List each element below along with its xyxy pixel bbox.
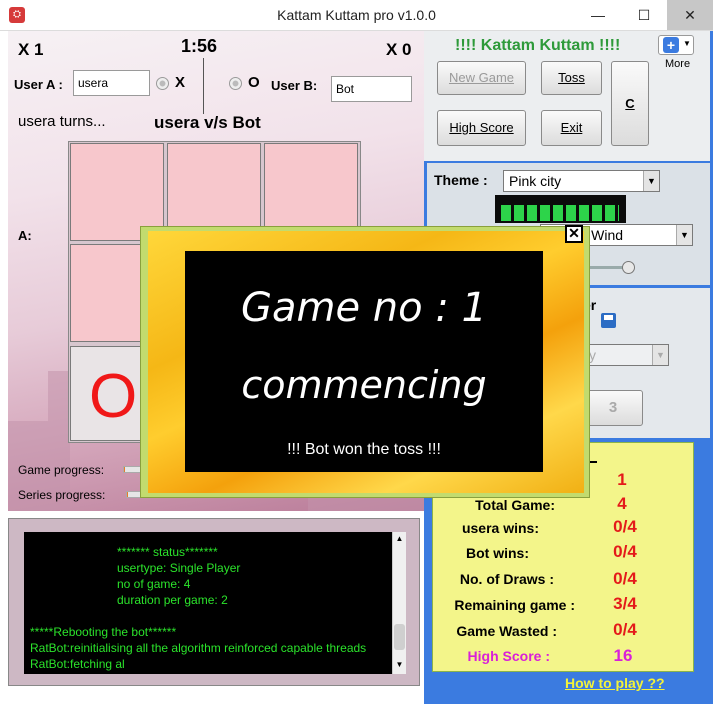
console-line: no of game: 4	[117, 577, 191, 591]
stat-value: 1	[617, 470, 627, 489]
console-line: *****Rebooting the bot******	[30, 625, 177, 639]
user-b-label: User B:	[271, 78, 318, 93]
close-icon[interactable]: ✕	[565, 225, 583, 243]
console-line: RatBot:reinitialising all the algorithm …	[30, 641, 367, 655]
save-icon[interactable]	[601, 313, 616, 328]
dialog-message-box: Game no : 1 commencing !!! Bot won the t…	[185, 251, 543, 472]
status-console: ******* status******* usertype: Single P…	[24, 532, 392, 674]
console-line: RatBot:fetching al	[30, 657, 125, 671]
high-score-button[interactable]: High Score	[437, 110, 526, 146]
theme-select-value: Pink city	[509, 173, 562, 189]
high-score-label: High Score :	[467, 648, 550, 664]
disabled-select-value: y	[589, 347, 596, 363]
turn-status: usera turns...	[18, 113, 106, 130]
o-mark: O	[89, 362, 138, 431]
timer: 1:56	[181, 36, 218, 56]
stat-value: 0/4	[613, 542, 637, 561]
stat-value: 0/4	[613, 569, 637, 588]
commencing-text: commencing	[241, 363, 487, 407]
score-user-a: X 1	[18, 40, 44, 59]
high-score-value: 16	[613, 646, 633, 665]
stat-value: 0/4	[613, 620, 637, 639]
mark-o-radio[interactable]	[229, 77, 242, 90]
disabled-button[interactable]: 3	[583, 390, 643, 426]
stat-label: Remaining game :	[454, 597, 575, 613]
divider	[203, 58, 204, 114]
plus-icon: +	[663, 37, 679, 53]
more-button[interactable]: + ▼	[658, 35, 694, 55]
mark-x-radio[interactable]	[156, 77, 169, 90]
user-a-input[interactable]: usera	[73, 70, 150, 96]
equalizer-visualizer	[495, 195, 626, 223]
scroll-thumb[interactable]	[394, 624, 405, 650]
series-progress-label: Series progress:	[18, 488, 106, 502]
theme-select[interactable]: Pink city ▼	[503, 170, 660, 192]
app-heading: !!!! Kattam Kuttam !!!!	[455, 37, 621, 54]
console-line: usertype: Single Player	[117, 561, 241, 575]
c-button[interactable]: C	[611, 61, 649, 146]
scroll-up-icon[interactable]: ▲	[394, 534, 405, 544]
chevron-down-icon: ▼	[643, 171, 659, 191]
close-window-button[interactable]: ✕	[667, 0, 713, 30]
exit-button[interactable]: Exit	[541, 110, 602, 146]
chevron-down-icon: ▼	[676, 225, 692, 245]
stat-label: No. of Draws :	[459, 571, 554, 587]
user-b-input[interactable]: Bot	[331, 76, 412, 102]
stat-value: 4	[617, 494, 627, 513]
chevron-down-icon: ▼	[652, 345, 668, 365]
more-label: More	[665, 58, 691, 70]
game-progress-label: Game progress:	[18, 463, 105, 477]
console-line: duration per game: 2	[117, 593, 228, 607]
stat-value: 0/4	[613, 517, 637, 536]
stat-label: Game Wasted :	[456, 623, 557, 639]
scroll-down-icon[interactable]: ▼	[394, 660, 405, 670]
score-user-b: X 0	[386, 40, 412, 59]
stat-value: 3/4	[613, 594, 637, 613]
new-game-button[interactable]: New Game	[437, 61, 526, 95]
minimize-button[interactable]: —	[575, 0, 621, 30]
stat-label: Bot wins:	[466, 545, 529, 561]
how-to-play-link[interactable]: How to play ??	[565, 675, 665, 691]
chevron-down-icon: ▼	[683, 39, 691, 48]
stat-label: usera wins:	[461, 520, 539, 536]
maximize-button[interactable]: ☐	[621, 0, 667, 30]
toss-result-text: !!! Bot won the toss !!!	[287, 441, 441, 458]
console-line: ******* status*******	[117, 545, 218, 559]
row-a-label: A:	[18, 228, 32, 243]
mark-o-label: O	[248, 74, 260, 91]
mark-x-label: X	[175, 74, 186, 91]
user-a-label: User A :	[14, 77, 63, 92]
toss-button[interactable]: Toss	[541, 61, 602, 95]
versus-title: usera v/s Bot	[154, 113, 261, 132]
volume-slider-thumb[interactable]	[622, 261, 635, 274]
theme-label: Theme :	[434, 172, 488, 188]
disabled-select[interactable]: y ▼	[583, 344, 669, 366]
game-number-text: Game no : 1	[241, 285, 487, 331]
stat-label: Total Game:	[475, 497, 555, 513]
